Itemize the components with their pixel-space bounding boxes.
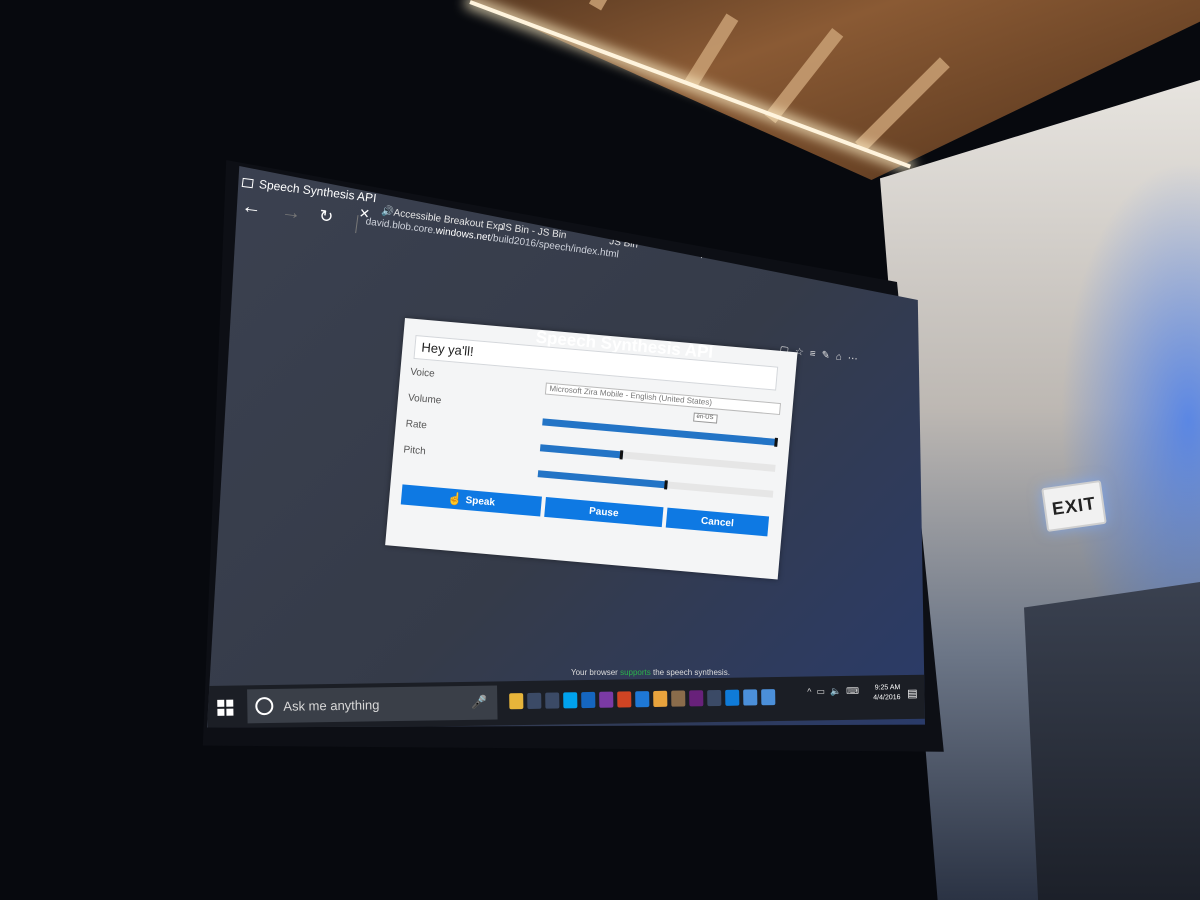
documents-icon[interactable] (743, 689, 758, 706)
cancel-label: Cancel (700, 515, 735, 529)
calendar-icon[interactable] (545, 692, 560, 709)
forward-icon[interactable]: → (280, 200, 303, 224)
support-status: Your browser supports the speech synthes… (571, 668, 730, 677)
volume-icon[interactable]: 🔈 (830, 686, 841, 697)
share-icon[interactable]: ⌂ (835, 351, 842, 366)
chrome-icon[interactable] (653, 690, 668, 707)
hub-icon[interactable]: ≡ (809, 348, 816, 363)
pause-label: Pause (588, 505, 620, 519)
app-icon[interactable] (671, 690, 686, 707)
pause-button[interactable]: Pause (544, 496, 664, 528)
hand-cursor-icon: ☝ (447, 491, 464, 507)
taskbar-apps (509, 689, 776, 710)
status-after: the speech synthesis. (653, 668, 730, 677)
web-page: Speech Synthesis API Hey ya'll! Voice Vo… (385, 318, 798, 580)
pitch-label: Pitch (403, 444, 427, 458)
pitch-slider[interactable] (537, 470, 774, 498)
outlook-icon[interactable] (581, 691, 596, 709)
onenote-icon[interactable] (599, 691, 614, 708)
more-icon[interactable]: ⋯ (847, 353, 858, 368)
windows-start-icon[interactable] (217, 699, 234, 716)
excel-icon[interactable] (707, 689, 722, 707)
rate-slider[interactable] (539, 444, 776, 472)
navigation-bar: ← → ↻ david.blob.core.windows.net/build2… (239, 195, 917, 315)
rate-fill (539, 444, 623, 459)
cancel-button[interactable]: Cancel (665, 507, 770, 537)
rate-label: Rate (405, 418, 428, 432)
show-hidden-icons-icon[interactable]: ^ (807, 687, 811, 698)
speak-button[interactable]: ☝ Speak (400, 484, 542, 517)
volume-label: Volume (407, 392, 442, 407)
back-icon[interactable]: ← (240, 195, 263, 219)
address-domain: windows.net (434, 225, 491, 244)
clock-date: 4/4/2016 (873, 694, 901, 702)
clock[interactable]: 9:25 AM 4/4/2016 (873, 683, 901, 703)
volume-fill (542, 418, 778, 446)
address-prefix: david.blob.core. (364, 216, 437, 237)
network-status-icon[interactable]: ▭ (816, 686, 825, 697)
voice-label: Voice (409, 366, 436, 380)
page-icon (241, 177, 254, 188)
refresh-icon[interactable]: ↻ (318, 206, 335, 228)
powerpoint-icon[interactable] (617, 691, 632, 708)
clock-time: 9:25 AM (874, 684, 901, 692)
pitch-fill (537, 470, 668, 489)
exit-sign: EXIT (1041, 480, 1107, 532)
volume-slider[interactable] (542, 418, 778, 447)
microphone-icon[interactable]: 🎤 (471, 695, 487, 711)
web-note-icon[interactable]: ✎ (820, 350, 831, 365)
edge-icon[interactable] (635, 691, 650, 708)
speak-label: Speak (465, 494, 496, 509)
status-before: Your browser (571, 668, 618, 677)
system-tray: ^ ▭ 🔈 ⌨ (807, 686, 859, 698)
action-center-icon[interactable]: ▤ (907, 687, 918, 700)
volume-thumb[interactable] (774, 437, 778, 447)
cortana-icon (255, 696, 274, 716)
door (1024, 582, 1200, 900)
skype-icon[interactable] (563, 692, 578, 709)
cortana-search-box[interactable]: Ask me anything 🎤 (247, 685, 498, 724)
keyboard-icon[interactable]: ⌨ (846, 686, 859, 697)
network-icon[interactable] (761, 689, 776, 706)
language-select[interactable]: en-US (693, 412, 718, 424)
skype-business-icon[interactable] (725, 689, 740, 706)
pitch-thumb[interactable] (663, 480, 668, 490)
projected-screen: Speech Synthesis API ✕ 🔊 Accessible Brea… (207, 166, 925, 728)
file-explorer-icon[interactable] (509, 693, 524, 710)
status-highlight: supports (620, 668, 651, 677)
search-placeholder: Ask me anything (283, 696, 380, 714)
rate-thumb[interactable] (619, 450, 623, 460)
mail-icon[interactable] (527, 692, 542, 709)
visual-studio-icon[interactable] (689, 690, 704, 707)
taskbar: Ask me anything 🎤 ^ ▭ 🔈 ⌨ 9:25 AM 4/4/20… (207, 674, 925, 728)
